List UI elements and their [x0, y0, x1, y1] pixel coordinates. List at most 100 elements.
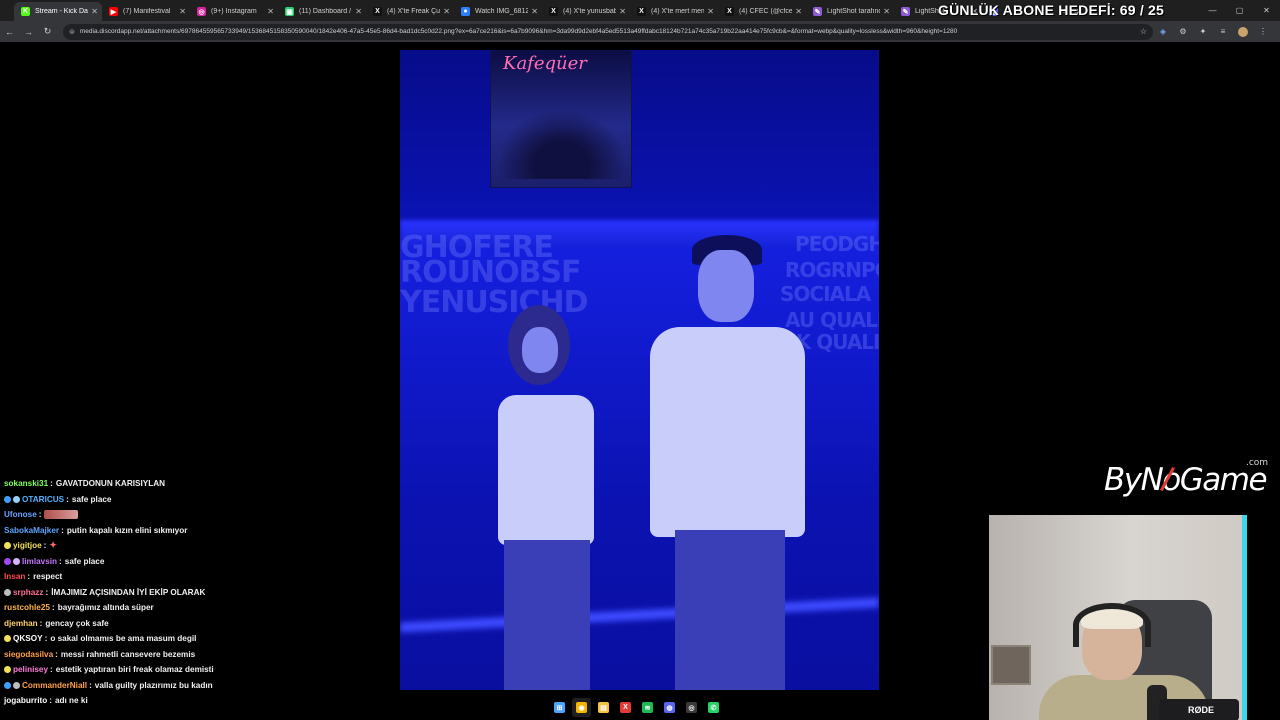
profile-avatar[interactable] — [1238, 26, 1248, 37]
chat-username[interactable]: rustcohle25 — [4, 603, 50, 612]
tab-close-icon[interactable]: ✕ — [443, 7, 450, 16]
chat-username[interactable]: Insan — [4, 572, 25, 581]
person-left — [470, 305, 620, 690]
extension-icon[interactable]: ◈ — [1153, 27, 1173, 36]
chat-badge-icon — [13, 557, 20, 565]
spotify-taskbar-button[interactable]: ≋ — [638, 698, 657, 717]
shelf — [991, 645, 1031, 685]
chrome-taskbar-button[interactable]: ◉ — [572, 698, 591, 717]
chat-username[interactable]: srphazz — [13, 588, 43, 597]
tab-close-icon[interactable]: ✕ — [707, 7, 714, 16]
browser-tab[interactable]: ● Watch IMG_6812 | S✕ — [454, 2, 542, 21]
chat-username[interactable]: OTARICUS — [22, 495, 64, 504]
forward-icon[interactable]: → — [19, 27, 38, 37]
bookmark-star-icon[interactable]: ☆ — [1140, 27, 1147, 36]
whatsapp-taskbar-button[interactable]: ✆ — [704, 698, 723, 717]
chat-username[interactable]: sokanski31 — [4, 479, 48, 488]
poster-crowd — [497, 109, 627, 179]
chat-separator: : — [55, 649, 58, 659]
lightshot-icon: ✎ — [813, 7, 822, 16]
chrome-icon: ◉ — [576, 702, 587, 713]
chat-username[interactable]: jogaburrito — [4, 696, 47, 705]
chat-username[interactable]: djemhan — [4, 619, 38, 628]
media-control-icon[interactable]: ≡ — [1213, 27, 1233, 36]
browser-menu-icon[interactable]: ⋮ — [1253, 27, 1273, 36]
tab-title: (4) X'te yunusbaba — [563, 8, 617, 15]
tab-title: Watch IMG_6812 | S — [475, 8, 529, 15]
close-icon[interactable]: ✕ — [1253, 0, 1280, 21]
browser-tab[interactable]: K Stream - Kick Dash✕ — [14, 2, 102, 21]
discord-image[interactable]: GHOFEREROUNOBSFYENUSICHDPEODGHADROGRNPOS… — [400, 50, 879, 690]
browser-tab[interactable]: ▣ (11) Dashboard / Sh✕ — [278, 2, 366, 21]
streamable-icon: ● — [461, 7, 470, 16]
chat-text: İMAJIMIZ AÇISINDAN İYİ EKİP OLARAK — [51, 587, 206, 597]
tab-close-icon[interactable]: ✕ — [883, 7, 890, 16]
chat-username[interactable]: pelinisey — [13, 665, 48, 674]
headset — [1073, 603, 1151, 647]
chat-username[interactable]: Ufonose — [4, 510, 37, 519]
chat-message: siegodasilva: messi rahmetli cansevere be… — [4, 647, 314, 663]
minimize-icon[interactable]: — — [1199, 0, 1226, 21]
chat-username[interactable]: siegodasilva — [4, 650, 53, 659]
reload-icon[interactable]: ↻ — [38, 26, 57, 37]
spotify-icon: ≋ — [642, 702, 653, 713]
chat-username[interactable]: QKSOY — [13, 634, 43, 643]
chat-text: safe place — [71, 494, 112, 504]
poster-title: Kafeqüer — [503, 53, 587, 74]
chat-username[interactable]: CommanderNiall — [22, 681, 87, 690]
x-icon: X — [549, 7, 558, 16]
chat-badge-icon — [4, 495, 11, 503]
chat-message: srphazz: İMAJIMIZ AÇISINDAN İYİ EKİP OLAR… — [4, 585, 314, 601]
back-icon[interactable]: ← — [0, 27, 19, 37]
tab-close-icon[interactable]: ✕ — [267, 7, 274, 16]
chat-separator: : — [45, 587, 49, 597]
browser-tab[interactable]: X (4) X'te mert memo✕ — [630, 2, 718, 21]
chat-badge-icon — [13, 495, 20, 503]
browser-tab[interactable]: X (4) X'te Freak Çukur✕ — [366, 2, 454, 21]
youtube-icon: ▶ — [109, 7, 118, 16]
chat-username[interactable]: limlavsin — [22, 557, 57, 566]
x-icon: X — [637, 7, 646, 16]
tab-close-icon[interactable]: ✕ — [619, 7, 626, 16]
extension-icon[interactable]: ⚙ — [1173, 27, 1193, 36]
tab-title: (11) Dashboard / Sh — [299, 8, 352, 15]
file-explorer-taskbar-button[interactable]: ▤ — [594, 698, 613, 717]
chat-separator: : — [66, 494, 69, 504]
browser-tab[interactable]: ✎ LightShot tarafından✕ — [806, 2, 894, 21]
discord-taskbar-button[interactable]: ◍ — [660, 698, 679, 717]
extensions-puzzle-icon[interactable]: ✦ — [1193, 27, 1213, 36]
maximize-icon[interactable]: ▢ — [1226, 0, 1253, 21]
browser-tab[interactable]: X (4) X'te yunusbaba ✕ — [542, 2, 630, 21]
mic-brand: RØDE — [1188, 705, 1215, 715]
tab-title: (9+) Instagram — [211, 8, 257, 15]
tab-close-icon[interactable]: ✕ — [531, 7, 538, 16]
tab-close-icon[interactable]: ✕ — [795, 7, 802, 16]
chat-badge-icon — [4, 681, 11, 689]
browser-tab[interactable]: ◎ (9+) Instagram ✕ — [190, 2, 278, 21]
dashboard-icon: ▣ — [285, 7, 294, 16]
bynogame-logo: ByNoGame .com — [1104, 458, 1268, 498]
tab-close-icon[interactable]: ✕ — [179, 7, 186, 16]
chat-message: djemhan: gencay çok safe — [4, 616, 314, 632]
chat-message: QKSOY: o sakal olmamıs be ama masum degil — [4, 631, 314, 647]
light-edge — [1242, 515, 1247, 720]
chat-username[interactable]: yigitjoe — [13, 541, 42, 550]
xsplit-taskbar-button[interactable]: X — [616, 698, 635, 717]
tab-close-icon[interactable]: ✕ — [355, 7, 362, 16]
browser-tab[interactable]: X (4) CFEC (@cfceyfu✕ — [718, 2, 806, 21]
sparkle-emote-icon: ✦ — [49, 540, 57, 551]
whatsapp-icon: ✆ — [708, 702, 719, 713]
browser-tab[interactable]: ▶ (7) Manifestival ✕ — [102, 2, 190, 21]
chat-username[interactable]: SabokaMajker — [4, 526, 59, 535]
tab-close-icon[interactable]: ✕ — [91, 7, 98, 16]
address-bar[interactable]: ⊜ media.discordapp.net/attachments/69786… — [63, 23, 1153, 40]
chat-separator: : — [43, 541, 47, 551]
site-info-icon[interactable]: ⊜ — [69, 28, 75, 36]
chat-text: bayrağımız altında süper — [57, 603, 154, 613]
chat-separator: : — [89, 680, 92, 690]
chat-message: rustcohle25: bayrağımız altında süper — [4, 600, 314, 616]
obs-taskbar-button[interactable]: ◎ — [682, 698, 701, 717]
instagram-icon: ◎ — [197, 7, 206, 16]
windows-start-taskbar-button[interactable]: ⊞ — [550, 698, 569, 717]
chat-separator: : — [61, 525, 64, 535]
